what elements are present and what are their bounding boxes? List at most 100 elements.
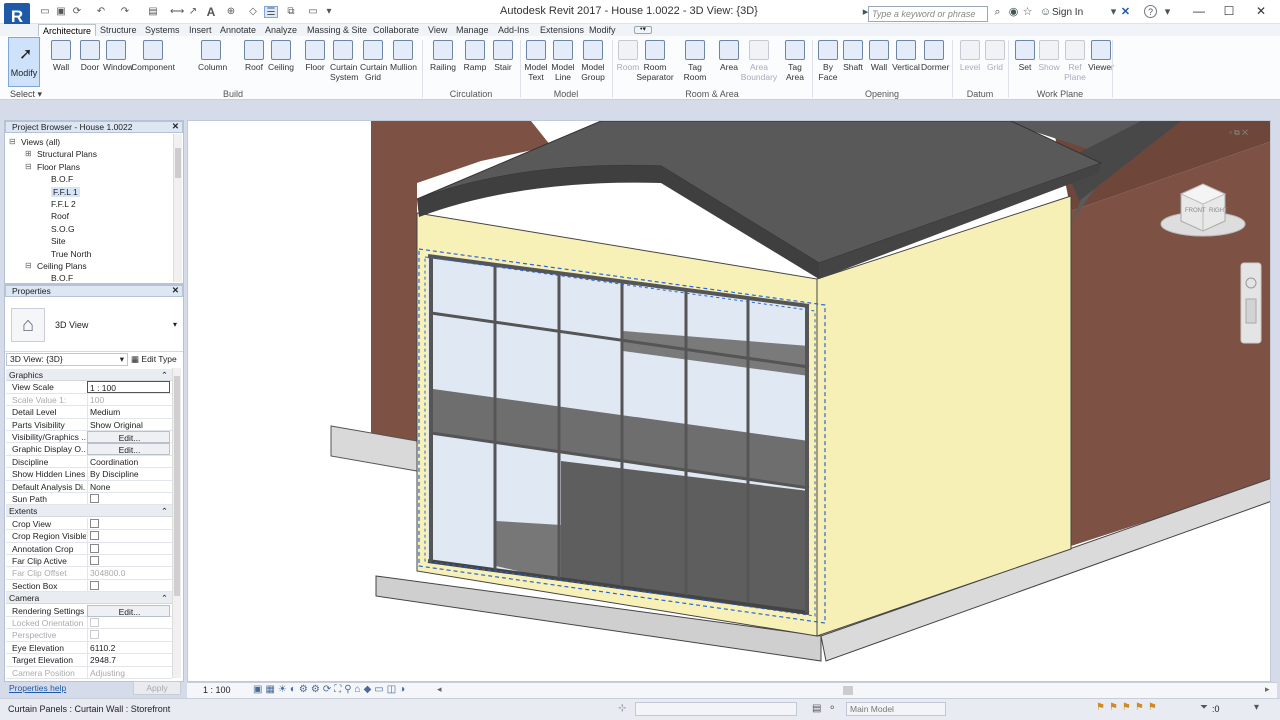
view-scale[interactable]: 1 : 100 (203, 685, 231, 695)
help-dropdown-icon[interactable]: ▾ (1160, 5, 1175, 20)
view-control-icons[interactable]: ▣▦☀◐⚙⚙⟳⛶⚲⌂◆▭◫◑ (253, 684, 408, 695)
default-3d-icon[interactable]: ⊕ (224, 6, 238, 18)
property-value[interactable]: 2948.7 (87, 654, 170, 667)
tab-annotate[interactable]: Annotate (216, 24, 260, 36)
collapse-icon[interactable]: ⌃ (161, 369, 168, 381)
ribbon-stair-button[interactable]: Stair (490, 38, 516, 86)
property-edit-button[interactable]: Edit... (87, 443, 170, 456)
close-icon[interactable]: ✕ (172, 285, 179, 296)
collapse-icon[interactable]: ⌃ (161, 592, 168, 604)
property-checkbox[interactable] (90, 630, 99, 640)
help-search-input[interactable]: Type a keyword or phrase (868, 6, 988, 22)
tab-insert[interactable]: Insert (185, 24, 216, 36)
panel-label-model[interactable]: Model (520, 89, 612, 100)
close-hidden-icon[interactable]: ⧉ (284, 6, 298, 18)
filter-options-icon[interactable]: ▾ (1254, 702, 1259, 713)
tab-extensions[interactable]: Extensions (536, 24, 588, 36)
ribbon-shaft-button[interactable]: Shaft (840, 38, 866, 86)
switch-windows-icon[interactable]: ▭ (306, 6, 320, 18)
tab-modify[interactable]: Modify (585, 24, 620, 36)
edit-type-button[interactable]: ▦ Edit Type (131, 352, 183, 366)
panel-label-circulation[interactable]: Circulation (422, 89, 520, 100)
ribbon-column-button[interactable]: Column (198, 38, 227, 86)
ribbon-roof-button[interactable]: Roof (241, 38, 267, 86)
section-extents[interactable]: Extents ⌃ (6, 505, 172, 518)
customize-qa-icon[interactable]: ▾ (322, 6, 336, 18)
tree-item[interactable]: F.F.L 1 (51, 186, 80, 197)
tab-analyze[interactable]: Analyze (261, 24, 301, 36)
modify-button[interactable]: ➚ Modify (8, 37, 40, 87)
section-camera[interactable]: Camera ⌃ (6, 592, 172, 605)
ribbon-ramp-button[interactable]: Ramp (462, 38, 488, 86)
tab-manage[interactable]: Manage (452, 24, 493, 36)
view-window-controls[interactable]: ▫ ⧉ ✕ (1229, 128, 1248, 137)
ribbon-set-button[interactable]: Set (1012, 38, 1038, 86)
open-icon[interactable]: ▭ (38, 6, 52, 18)
filter-icon[interactable]: ⏷ (1200, 702, 1208, 713)
ribbon-mullion-button[interactable]: Mullion (390, 38, 417, 86)
ribbon-railing-button[interactable]: Railing (430, 38, 456, 86)
collapse-icon[interactable]: ⊟ (9, 137, 16, 146)
panel-label-build[interactable]: Build (44, 89, 422, 100)
property-checkbox[interactable] (90, 618, 99, 627)
redo-icon[interactable]: ↷ (118, 6, 132, 18)
property-value[interactable]: Coordination (87, 455, 170, 468)
ribbon-ceiling-button[interactable]: Ceiling (268, 38, 294, 86)
property-checkbox[interactable] (90, 556, 99, 565)
tree-item[interactable]: B.O.F (51, 273, 73, 283)
zoom-icon[interactable] (1245, 298, 1257, 324)
properties-help-link[interactable]: Properties help (9, 683, 66, 693)
tree-item[interactable]: Roof (51, 211, 69, 221)
ribbon-dormer-button[interactable]: Dormer (921, 38, 949, 86)
property-edit-button[interactable]: Edit... (87, 431, 170, 443)
ribbon-tag-area-button[interactable]: Tag Area (782, 38, 808, 86)
property-value[interactable]: 1 : 100 (87, 381, 170, 394)
panel-label-opening[interactable]: Opening (812, 89, 952, 100)
select-dropdown[interactable]: Select ▾ (10, 89, 42, 100)
apply-button[interactable]: Apply (133, 681, 181, 695)
tab-architecture[interactable]: Architecture (38, 24, 97, 36)
dimension-icon[interactable]: ↗ (186, 6, 200, 18)
scroll-right-icon[interactable]: ▸ (1265, 684, 1270, 695)
property-value[interactable]: Show Original (87, 418, 170, 431)
3d-viewport[interactable]: FRONT RIGHT ▫ ⧉ ✕ (187, 120, 1271, 682)
tree-item[interactable]: Site (51, 236, 66, 246)
tree-item[interactable]: ⊞ Structural Plans (25, 149, 97, 159)
property-checkbox[interactable] (90, 543, 99, 553)
tree-item[interactable]: ⊟ Ceiling Plans (25, 261, 87, 271)
collapse-icon[interactable]: ⊟ (25, 162, 32, 171)
tab-collaborate[interactable]: Collaborate (369, 24, 423, 36)
workset-field[interactable] (635, 702, 797, 716)
print-icon[interactable]: ▤ (146, 6, 160, 18)
exchange-apps-icon[interactable]: ✕ (1118, 5, 1133, 20)
ribbon-component-button[interactable]: Component (131, 38, 175, 86)
property-checkbox[interactable] (90, 580, 99, 590)
property-checkbox[interactable] (90, 518, 99, 528)
property-value[interactable]: Medium (87, 406, 170, 419)
ribbon-show-button[interactable]: Show (1036, 38, 1062, 86)
house-3d-model[interactable]: FRONT RIGHT ▫ ⧉ ✕ (188, 121, 1271, 682)
tree-item[interactable]: True North (51, 249, 91, 259)
subscription-icon[interactable]: ◉ (1006, 5, 1021, 20)
tab-systems[interactable]: Systems (141, 24, 184, 36)
ribbon-model-group-button[interactable]: Model Group (580, 38, 606, 86)
close-window-button[interactable]: ✕ (1246, 2, 1276, 20)
section-icon[interactable]: ◇ (246, 6, 260, 18)
type-selector[interactable]: ⌂ 3D View ▾ (5, 298, 183, 352)
ribbon-door-button[interactable]: Door (77, 38, 103, 86)
design-option-dropdown[interactable]: Main Model (846, 702, 946, 716)
design-options-icon[interactable]: ▤ (812, 703, 821, 714)
favorites-icon[interactable]: ☆ (1020, 5, 1035, 20)
horizontal-scrollbar-thumb[interactable] (843, 686, 853, 695)
minimize-button[interactable]: — (1184, 2, 1214, 20)
tab-view[interactable]: View (424, 24, 451, 36)
project-browser-scrollbar[interactable] (173, 134, 182, 282)
panel-label-datum[interactable]: Datum (952, 89, 1008, 100)
tree-item[interactable]: F.F.L 2 (51, 199, 76, 209)
ribbon-model-line-button[interactable]: Model Line (550, 38, 576, 86)
measure-icon[interactable]: ⟷ (170, 6, 184, 18)
ribbon-room-separator-button[interactable]: Room Separator (633, 38, 677, 86)
property-checkbox[interactable] (90, 531, 99, 541)
ribbon-level-button[interactable]: Level (957, 38, 983, 86)
scrollbar-thumb[interactable] (174, 376, 180, 596)
